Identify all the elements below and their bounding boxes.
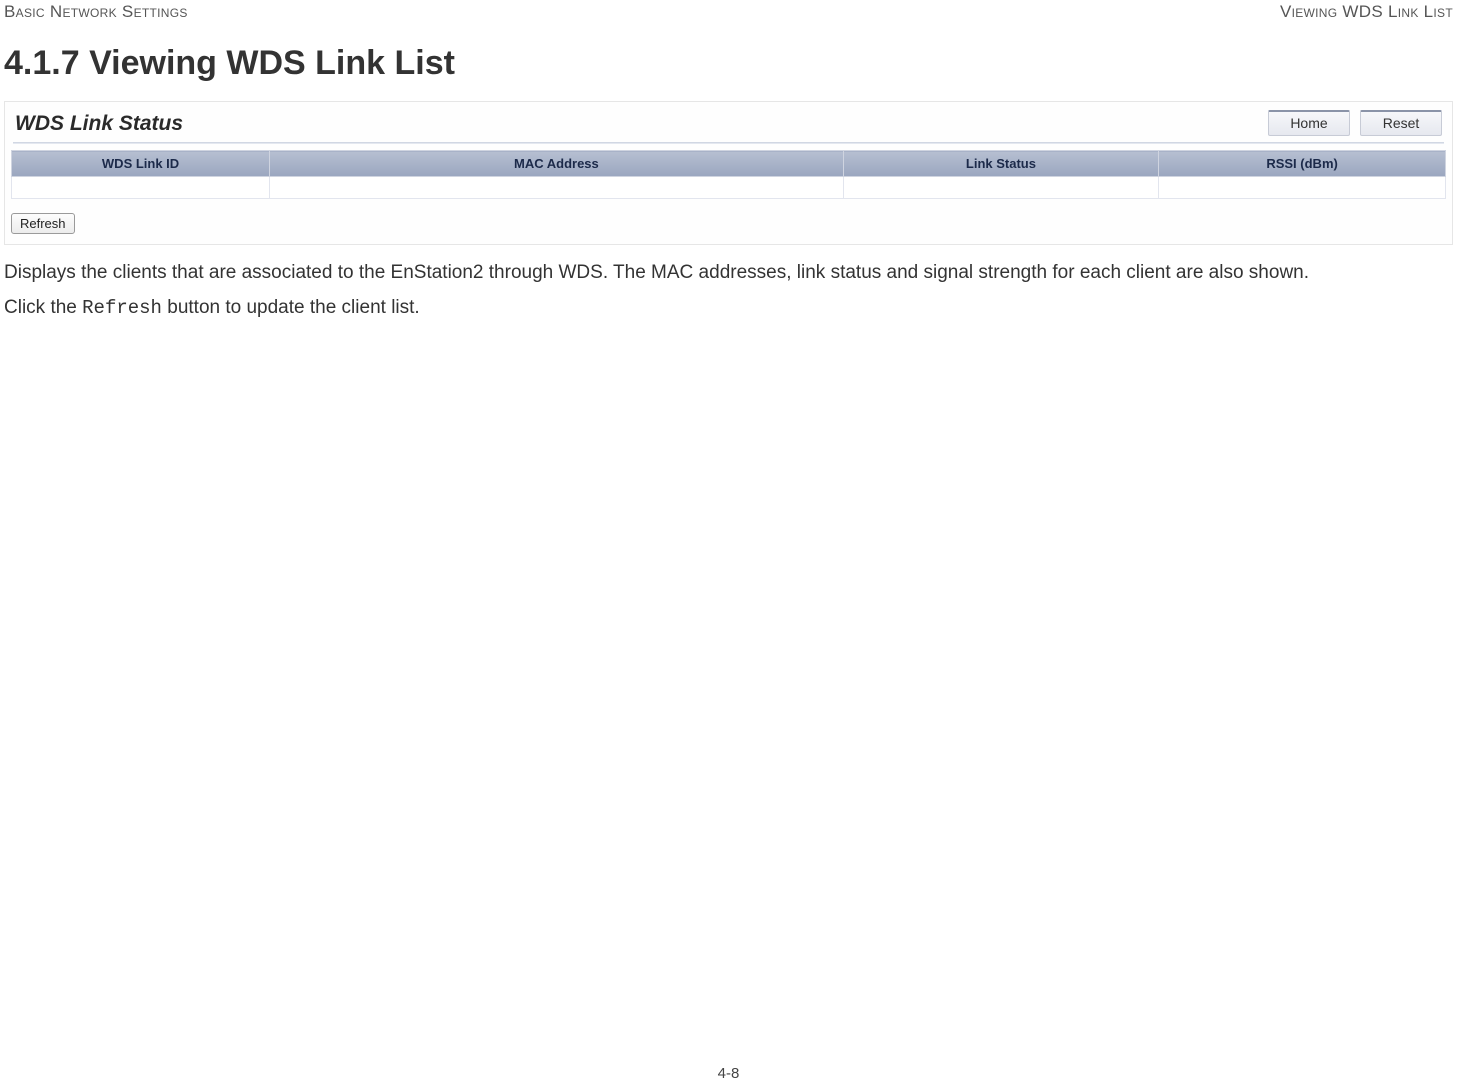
section-heading: 4.1.7 Viewing WDS Link List	[0, 26, 1457, 101]
col-link-status: Link Status	[843, 151, 1158, 177]
wds-link-status-panel: WDS Link Status Home Reset WDS Link ID M…	[4, 101, 1453, 245]
table-row	[12, 177, 1446, 199]
col-rssi: RSSI (dBm)	[1159, 151, 1446, 177]
panel-tab-buttons: Home Reset	[1268, 110, 1442, 136]
section-number: 4.1.7	[4, 44, 80, 82]
cell	[12, 177, 270, 199]
section-title-text: Viewing WDS Link List	[89, 44, 455, 82]
p2-suffix: button to update the client list.	[162, 297, 420, 318]
col-mac-address: MAC Address	[270, 151, 844, 177]
paragraph-2: Click the Refresh button to update the c…	[4, 296, 1453, 321]
header-left: Basic Network Settings	[4, 2, 188, 22]
cell	[1159, 177, 1446, 199]
table-header-row: WDS Link ID MAC Address Link Status RSSI…	[12, 151, 1446, 177]
wds-link-table: WDS Link ID MAC Address Link Status RSSI…	[11, 150, 1446, 199]
cell	[270, 177, 844, 199]
refresh-button[interactable]: Refresh	[11, 213, 75, 234]
paragraph-1: Displays the clients that are associated…	[4, 261, 1453, 286]
p2-prefix: Click the	[4, 297, 82, 318]
header-right: Viewing WDS Link List	[1280, 2, 1453, 22]
col-wds-link-id: WDS Link ID	[12, 151, 270, 177]
panel-title: WDS Link Status	[15, 112, 183, 136]
cell	[843, 177, 1158, 199]
home-button[interactable]: Home	[1268, 110, 1350, 136]
p2-code: Refresh	[82, 297, 162, 319]
reset-button[interactable]: Reset	[1360, 110, 1442, 136]
panel-divider	[13, 142, 1444, 144]
body-text: Displays the clients that are associated…	[0, 261, 1457, 320]
page-number: 4-8	[0, 1065, 1457, 1082]
